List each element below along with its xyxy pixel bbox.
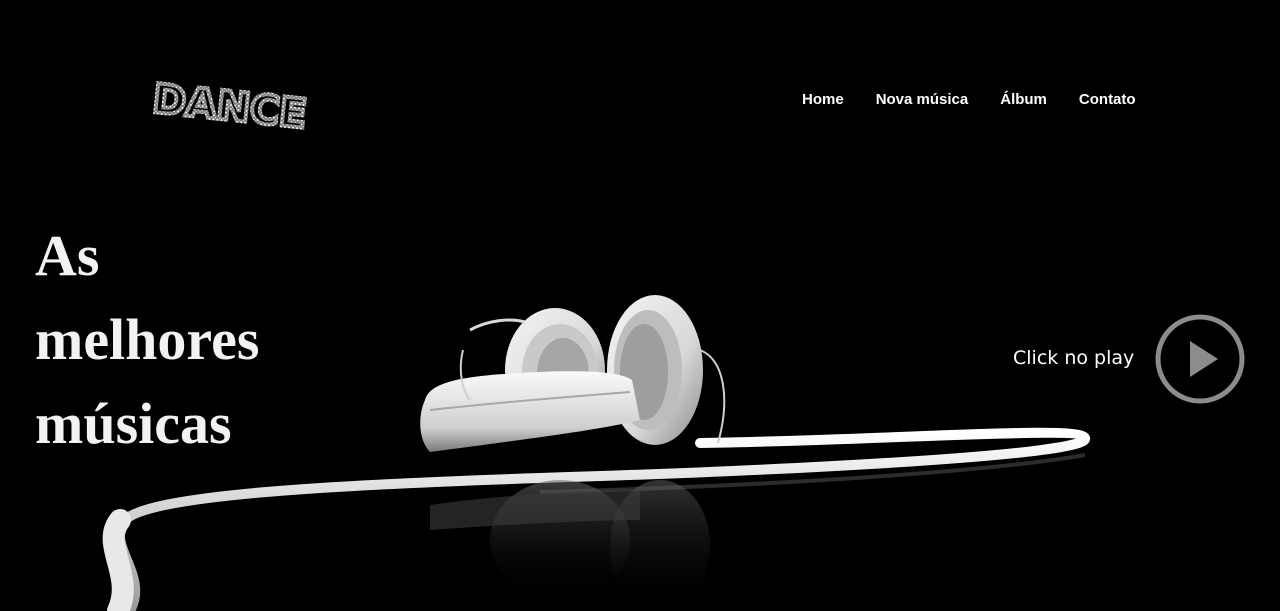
dance-logo-graphic: DANCE [149,74,311,140]
nav-home[interactable]: Home [802,91,844,108]
nav-album[interactable]: Álbum [1000,91,1047,108]
logo-text: DANCE [151,76,309,138]
hero-heading-line3: músicas [35,391,232,456]
play-icon [1155,314,1245,404]
page: DANCE Home Nova música Álbum Contato As … [0,0,1280,611]
play-button[interactable] [1154,313,1246,405]
main-nav: Home Nova música Álbum Contato [802,91,1136,108]
hero-heading-line1: As [35,223,100,288]
dance-logo[interactable]: DANCE [130,60,330,140]
hero-heading: As melhores músicas [35,214,335,466]
nav-nova-musica[interactable]: Nova música [876,91,969,108]
nav-contato[interactable]: Contato [1079,91,1136,108]
hero-heading-line2: melhores [35,307,260,372]
play-label: Click no play [1013,347,1135,369]
